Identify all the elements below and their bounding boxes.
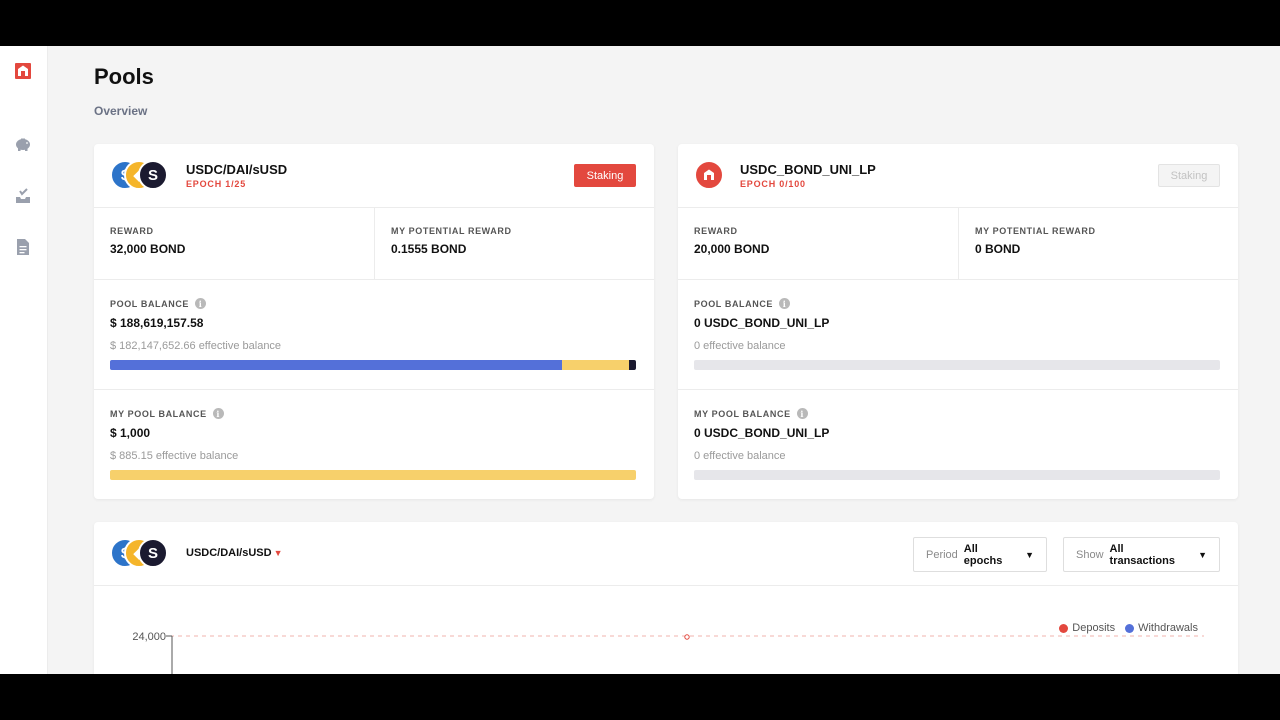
info-icon[interactable]: i [195,298,207,309]
legend-deposits[interactable]: Deposits [1059,622,1115,634]
my-balance-bar [694,470,1220,480]
show-filter-value: All transactions [1109,542,1175,567]
pool-effective-balance: 0 effective balance [694,340,786,352]
period-filter[interactable]: Period All epochs ▼ [913,537,1047,572]
pool-balance-value: $ 188,619,157.58 [110,316,204,330]
pool-token-icons: $ ◆ S [110,160,170,190]
pool-selector[interactable]: USDC/DAI/sUSD ▼ [186,547,283,559]
pool-balance-bar [110,360,636,370]
caret-down-icon: ▼ [1198,549,1207,560]
pool-card-usdc-bond-uni-lp: USDC_BOND_UNI_LP EPOCH 0/100 Staking REW… [678,144,1238,499]
piggy-bank-icon[interactable] [14,135,32,153]
potential-reward-value: 0 BOND [975,242,1021,256]
main-content: Pools Overview $ ◆ S USDC/DAI/sUSD EPOCH… [94,46,1238,674]
reward-row: REWARD 32,000 BOND MY POTENTIAL REWARD 0… [94,208,654,280]
legend-withdrawals[interactable]: Withdrawals [1125,622,1198,634]
susd-segment [628,360,636,370]
pool-name: USDC/DAI/sUSD [186,162,288,177]
my-pool-balance-label: MY POOL BALANCE i [694,408,808,419]
pool-epoch: EPOCH 1/25 [186,179,247,189]
pool-card-header: $ ◆ S USDC/DAI/sUSD EPOCH 1/25 Staking [94,144,654,208]
staking-button[interactable]: Staking [1158,164,1220,187]
pool-card-header: USDC_BOND_UNI_LP EPOCH 0/100 Staking [678,144,1238,208]
my-pool-balance-label: MY POOL BALANCE i [110,408,224,419]
potential-reward-label: MY POTENTIAL REWARD [975,226,1096,236]
potential-reward-label: MY POTENTIAL REWARD [391,226,512,236]
document-icon[interactable] [14,238,32,256]
page-subtitle: Overview [94,104,148,118]
reward-label: REWARD [694,226,738,236]
pool-balance-value: 0 USDC_BOND_UNI_LP [694,316,830,330]
info-icon[interactable]: i [779,298,791,309]
reward-value: 20,000 BOND [694,242,770,256]
potential-reward-value: 0.1555 BOND [391,242,467,256]
pool-balance-label: POOL BALANCE i [694,298,791,309]
my-balance-bar [110,470,636,480]
usdc-segment [110,360,563,370]
sidebar [0,46,48,674]
app-window: Pools Overview $ ◆ S USDC/DAI/sUSD EPOCH… [0,46,1280,674]
caret-down-icon: ▼ [273,548,283,558]
reward-value: 32,000 BOND [110,242,186,256]
potential-reward-column: MY POTENTIAL REWARD 0 BOND [958,208,1238,280]
my-pool-balance-section: MY POOL BALANCE i $ 1,000 $ 885.15 effec… [94,390,654,499]
pool-card-usdc-dai-susd: $ ◆ S USDC/DAI/sUSD EPOCH 1/25 Staking R… [94,144,654,499]
my-pool-balance-value: 0 USDC_BOND_UNI_LP [694,426,830,440]
show-filter-label: Show [1076,548,1104,561]
caret-down-icon: ▼ [1025,549,1034,560]
my-effective-balance: $ 885.15 effective balance [110,450,239,462]
bond-logo-icon[interactable] [14,62,32,80]
reward-column: REWARD 32,000 BOND [94,208,374,280]
reward-label: REWARD [110,226,154,236]
legend-withdrawals-label: Withdrawals [1138,622,1198,634]
pool-effective-balance: $ 182,147,652.66 effective balance [110,340,282,352]
uni-lp-icon [694,160,724,190]
y-tick-label: 24,000 [132,631,166,643]
potential-reward-column: MY POTENTIAL REWARD 0.1555 BOND [374,208,654,280]
legend-deposits-label: Deposits [1072,622,1116,634]
susd-icon: S [138,538,168,568]
show-filter[interactable]: Show All transactions ▼ [1063,537,1220,572]
period-filter-value: All epochs [963,542,1003,567]
susd-icon: S [138,160,168,190]
reward-column: REWARD 20,000 BOND [678,208,958,280]
deposits-dot-icon [1059,623,1069,633]
pool-name: USDC_BOND_UNI_LP [740,162,876,177]
page-title: Pools [94,64,154,89]
letterbox-top [0,0,1280,46]
dai-segment [562,360,629,370]
pool-balance-section: POOL BALANCE i $ 188,619,157.58 $ 182,14… [94,280,654,390]
period-filter-label: Period [926,548,958,561]
letterbox-bottom [0,674,1280,720]
pool-balance-section: POOL BALANCE i 0 USDC_BOND_UNI_LP 0 effe… [678,280,1238,390]
info-icon[interactable]: i [796,408,808,419]
pool-balance-bar [694,360,1220,370]
pool-epoch: EPOCH 0/100 [740,179,806,189]
my-effective-balance: 0 effective balance [694,450,786,462]
pool-token-icons: $ ◆ S [110,538,170,568]
my-pool-balance-section: MY POOL BALANCE i 0 USDC_BOND_UNI_LP 0 e… [678,390,1238,499]
withdrawals-dot-icon [1125,623,1135,633]
dai-segment [110,470,636,480]
my-pool-balance-value: $ 1,000 [110,426,151,440]
info-icon[interactable]: i [212,408,224,419]
pool-selector-label: USDC/DAI/sUSD [186,547,272,559]
deposit-point[interactable] [684,634,690,640]
transactions-card: $ ◆ S USDC/DAI/sUSD ▼ Period All epochs … [94,522,1238,674]
reward-row: REWARD 20,000 BOND MY POTENTIAL REWARD 0… [678,208,1238,280]
pool-balance-label: POOL BALANCE i [110,298,207,309]
transactions-chart: 24,000 Deposits Withdrawals [94,586,1238,674]
chart-legend: Deposits Withdrawals [1059,622,1198,634]
staking-button[interactable]: Staking [574,164,636,187]
inbox-tray-icon[interactable] [14,187,32,205]
transactions-header: $ ◆ S USDC/DAI/sUSD ▼ Period All epochs … [94,522,1238,586]
